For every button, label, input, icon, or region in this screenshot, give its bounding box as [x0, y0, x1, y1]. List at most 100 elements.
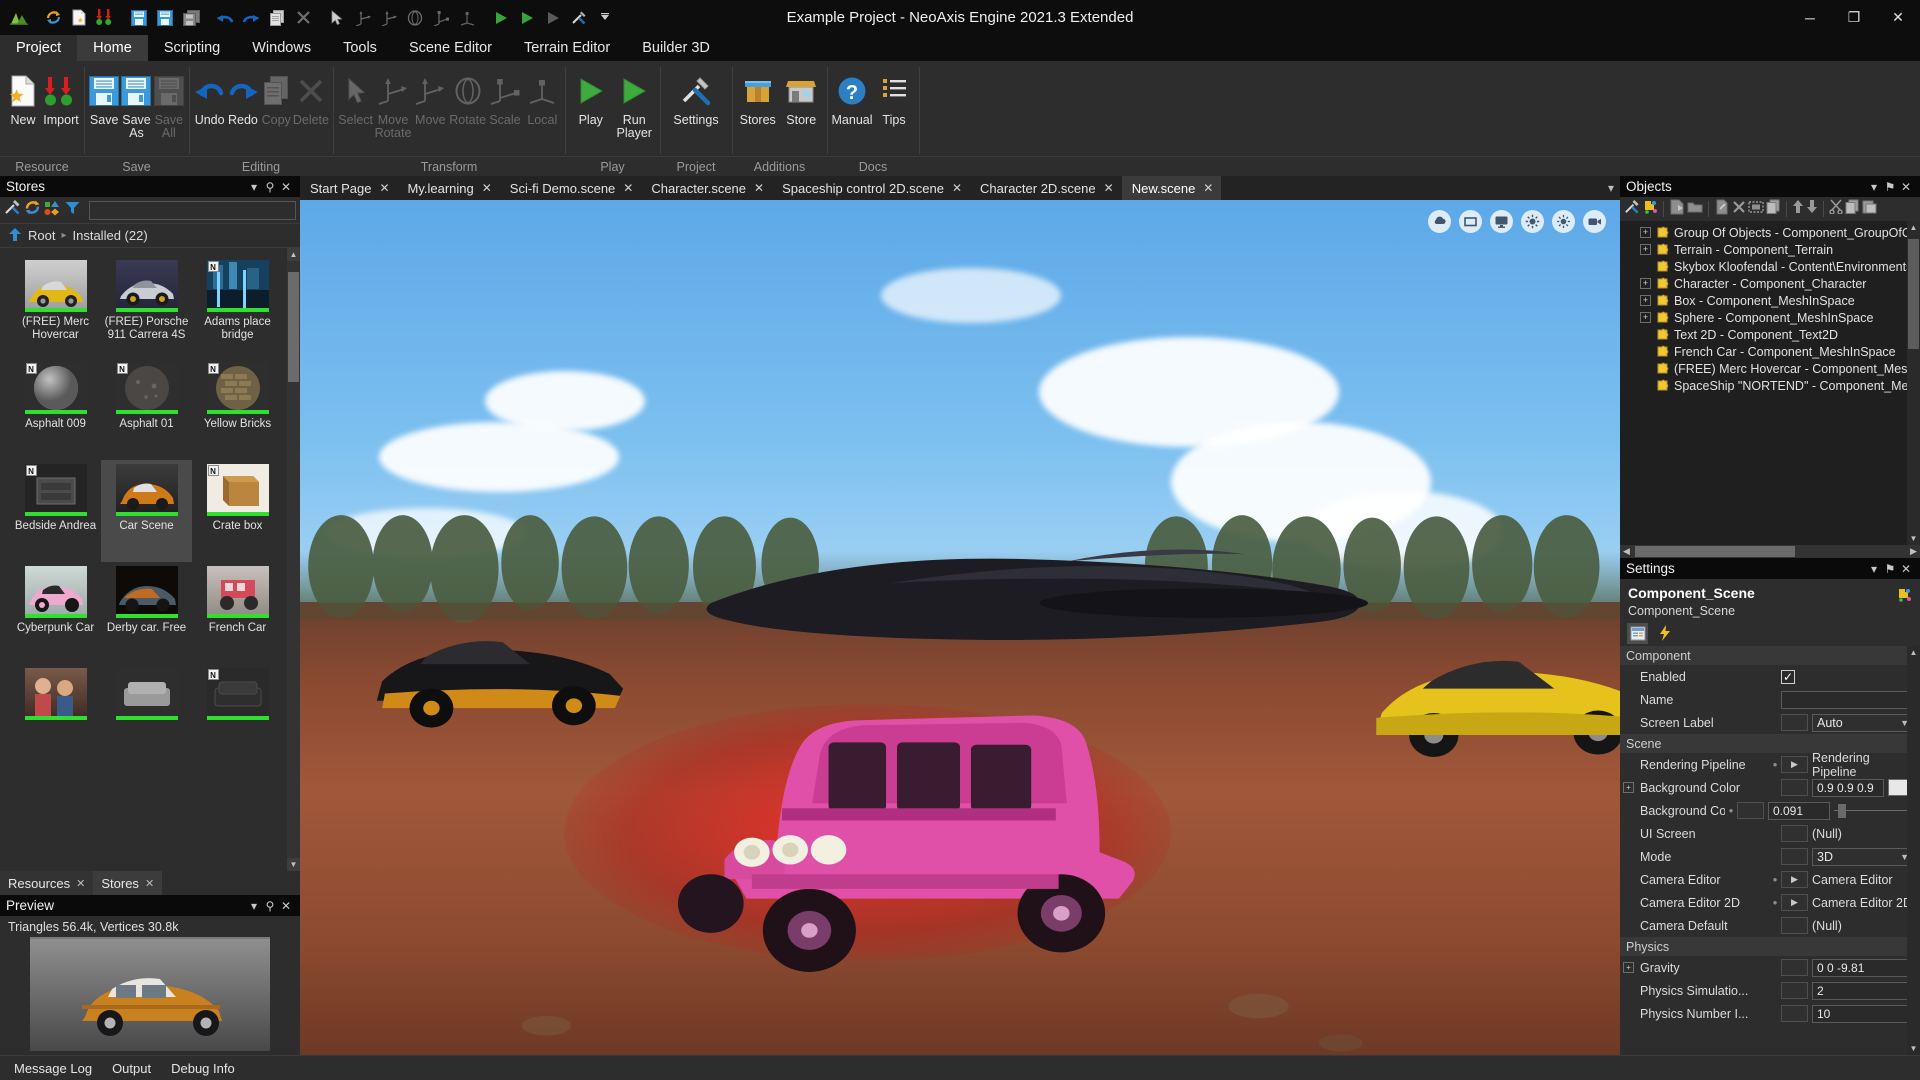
- tree-item[interactable]: +Terrain - Component_Terrain: [1620, 241, 1920, 258]
- doc-tab-close-icon[interactable]: ✕: [482, 181, 492, 195]
- preview-collapse-chevron-icon[interactable]: ▾: [246, 899, 262, 913]
- up-arrow-icon[interactable]: [8, 227, 22, 245]
- property-row-mode[interactable]: Mode 3D ▼: [1620, 845, 1920, 868]
- objects-tree[interactable]: +Group Of Objects - Component_GroupOfObj…: [1620, 221, 1920, 558]
- store-item-selected[interactable]: Car Scene: [101, 460, 192, 562]
- ribbon-tab-scene-editor[interactable]: Scene Editor: [393, 35, 508, 61]
- copy-icon[interactable]: [1845, 199, 1860, 219]
- save-all-icon[interactable]: [178, 5, 204, 31]
- tree-item[interactable]: (FREE) Merc Hovercar - Component_MeshInS…: [1620, 360, 1920, 377]
- move-down-icon[interactable]: [1806, 199, 1818, 219]
- doc-tab-sci-fi-demo[interactable]: Sci-fi Demo.scene ✕: [500, 176, 642, 200]
- ribbon-tab-windows[interactable]: Windows: [236, 35, 327, 61]
- stores-close-icon[interactable]: ✕: [278, 180, 294, 194]
- duplicate-icon[interactable]: [1766, 199, 1781, 219]
- tree-scroll-right-icon[interactable]: ▶: [1907, 546, 1920, 557]
- ribbon-button-copy[interactable]: Copy: [260, 67, 293, 127]
- store-item[interactable]: Cyberpunk Car: [10, 562, 101, 664]
- ribbon-tab-builder-3d[interactable]: Builder 3D: [626, 35, 726, 61]
- ribbon-tab-terrain-editor[interactable]: Terrain Editor: [508, 35, 626, 61]
- tree-item[interactable]: +Group Of Objects - Component_GroupOfObj…: [1620, 224, 1920, 241]
- doc-tab-close-icon[interactable]: ✕: [1104, 181, 1114, 195]
- store-item[interactable]: N Yellow Bricks: [192, 358, 283, 460]
- folder-icon[interactable]: [1687, 199, 1703, 220]
- ribbon-tab-scripting[interactable]: Scripting: [148, 35, 236, 61]
- enabled-checkbox[interactable]: ✓: [1781, 670, 1795, 684]
- gravity-input[interactable]: 0 0 -9.81: [1812, 959, 1914, 977]
- tab-resources-close-icon[interactable]: ✕: [76, 877, 85, 890]
- screen-rectangle-icon[interactable]: [1459, 210, 1482, 233]
- sun-bright-icon[interactable]: [1521, 210, 1544, 233]
- property-action-box[interactable]: [1781, 848, 1808, 865]
- tools-wrench-icon[interactable]: [1624, 199, 1640, 220]
- doc-tab-overflow-icon[interactable]: ▾: [1608, 181, 1614, 195]
- store-item[interactable]: (FREE) Merc Hovercar: [10, 256, 101, 358]
- props-scroll-up-icon[interactable]: ▲: [1907, 646, 1920, 659]
- refresh-icon[interactable]: [40, 5, 66, 31]
- settings-wrench-icon[interactable]: [566, 5, 592, 31]
- paste-icon[interactable]: [1862, 199, 1877, 219]
- doc-tab-spaceship-control-2d[interactable]: Spaceship control 2D.scene ✕: [772, 176, 970, 200]
- ribbon-button-play[interactable]: Play: [569, 67, 613, 127]
- doc-tab-close-icon[interactable]: ✕: [952, 181, 962, 195]
- doc-tab-close-icon[interactable]: ✕: [1203, 181, 1213, 195]
- ribbon-button-store[interactable]: Store: [780, 67, 824, 127]
- add-component-icon[interactable]: [1896, 587, 1912, 608]
- doc-tab-close-icon[interactable]: ✕: [623, 181, 633, 195]
- select-all-icon[interactable]: [1748, 200, 1764, 219]
- status-output[interactable]: Output: [112, 1061, 151, 1076]
- preview-viewport[interactable]: [30, 937, 270, 1051]
- screen-label-combobox[interactable]: Auto ▼: [1812, 714, 1914, 732]
- doc-tab-close-icon[interactable]: ✕: [379, 181, 389, 195]
- new-item-icon[interactable]: [1669, 199, 1685, 220]
- expand-icon[interactable]: +: [1640, 312, 1651, 323]
- tree-item[interactable]: SpaceShip "NORTEND" - Component_MeshInSp…: [1620, 377, 1920, 394]
- property-row-ui-screen[interactable]: UI Screen (Null): [1620, 822, 1920, 845]
- property-row-gravity[interactable]: + Gravity 0 0 -9.81: [1620, 956, 1920, 979]
- scene-viewport[interactable]: [300, 200, 1620, 1055]
- store-item[interactable]: N: [192, 664, 283, 766]
- status-message-log[interactable]: Message Log: [14, 1061, 92, 1076]
- tree-item[interactable]: +Sphere - Component_MeshInSpace: [1620, 309, 1920, 326]
- move-icon[interactable]: [376, 5, 402, 31]
- ribbon-button-local[interactable]: Local: [524, 67, 561, 127]
- ribbon-button-select[interactable]: Select: [337, 67, 374, 127]
- property-row-camera-editor-2d[interactable]: Camera Editor 2D • ▶ Camera Editor 2D: [1620, 891, 1920, 914]
- filter-funnel-icon[interactable]: [64, 199, 81, 221]
- tree-scroll-down-icon[interactable]: ▼: [1907, 532, 1920, 545]
- settings-collapse-chevron-icon[interactable]: ▾: [1866, 562, 1882, 576]
- background-color-affect-input[interactable]: 0.091: [1768, 802, 1830, 820]
- ribbon-button-scale[interactable]: Scale: [486, 67, 523, 127]
- expand-icon[interactable]: +: [1640, 295, 1651, 306]
- expand-icon[interactable]: +: [1640, 244, 1651, 255]
- play-icon[interactable]: [488, 5, 514, 31]
- expand-icon[interactable]: +: [1623, 962, 1634, 973]
- sun-icon[interactable]: [1552, 210, 1575, 233]
- rename-icon[interactable]: [1714, 199, 1730, 220]
- ribbon-tab-project[interactable]: Project: [0, 35, 77, 61]
- doc-tab-new-scene[interactable]: New.scene ✕: [1122, 176, 1222, 200]
- tab-stores[interactable]: Stores ✕: [93, 871, 162, 895]
- breadcrumb-current[interactable]: Installed (22): [73, 228, 148, 243]
- ribbon-tab-tools[interactable]: Tools: [327, 35, 393, 61]
- mode-combobox[interactable]: 3D ▼: [1812, 848, 1914, 866]
- scroll-down-arrow-icon[interactable]: ▼: [287, 858, 300, 871]
- ribbon-button-save-as[interactable]: Save As: [120, 67, 152, 140]
- scale-icon[interactable]: [428, 5, 454, 31]
- local-axis-icon[interactable]: [454, 5, 480, 31]
- tree-item[interactable]: French Car - Component_MeshInSpace: [1620, 343, 1920, 360]
- sort-icon[interactable]: [44, 199, 61, 221]
- tab-stores-close-icon[interactable]: ✕: [145, 877, 154, 890]
- move-up-icon[interactable]: [1792, 199, 1804, 219]
- name-input[interactable]: [1781, 691, 1914, 709]
- minimize-button[interactable]: ─: [1788, 0, 1832, 35]
- refresh-icon[interactable]: [24, 199, 41, 221]
- play-disabled-icon[interactable]: [540, 5, 566, 31]
- expand-reference-button[interactable]: ▶: [1781, 894, 1808, 911]
- delete-x-icon[interactable]: [1732, 200, 1746, 219]
- new-document-icon[interactable]: [66, 5, 92, 31]
- stores-pin-icon[interactable]: ⚲: [262, 180, 278, 194]
- undo-icon[interactable]: [212, 5, 238, 31]
- store-item[interactable]: N Crate box: [192, 460, 283, 562]
- ribbon-button-stores[interactable]: Stores: [736, 67, 780, 127]
